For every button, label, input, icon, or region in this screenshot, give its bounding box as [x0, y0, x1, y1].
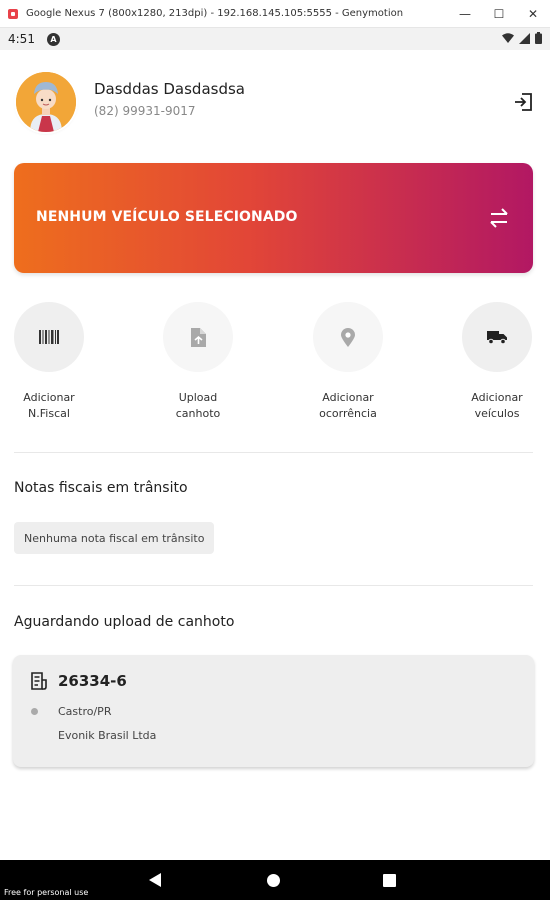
action-circle[interactable]: [313, 302, 383, 372]
avatar-illustration-icon: [16, 72, 76, 132]
divider: [14, 452, 533, 453]
action-circle[interactable]: [163, 302, 233, 372]
recent-apps-icon[interactable]: [383, 874, 396, 887]
profile-header: Dasddas Dasdasdsa (82) 99931-9017: [16, 72, 536, 134]
close-button[interactable]: ✕: [516, 0, 550, 28]
emulator-title-bar: Google Nexus 7 (800x1280, 213dpi) - 192.…: [0, 0, 550, 28]
user-phone: (82) 99931-9017: [94, 104, 196, 118]
maximize-button[interactable]: ☐: [482, 0, 516, 28]
genymotion-icon: [8, 8, 18, 19]
signal-icon: [519, 32, 530, 44]
action-circle[interactable]: [14, 302, 84, 372]
android-nav-bar: Free for personal use: [0, 860, 550, 900]
location-pin-icon: [341, 327, 355, 347]
user-name: Dasddas Dasdasdsa: [94, 80, 245, 98]
invoice-city: Castro/PR: [58, 705, 112, 718]
logout-icon: [515, 93, 532, 111]
invoice-number: 26334-6: [58, 672, 127, 690]
truck-icon: [487, 331, 507, 344]
action-label: Upload canhoto: [175, 391, 221, 420]
window-title: Google Nexus 7 (800x1280, 213dpi) - 192.…: [26, 8, 404, 19]
invoice-company: Evonik Brasil Ltda: [58, 729, 157, 742]
vehicle-status-label: NENHUM VEÍCULO SELECIONADO: [36, 209, 298, 225]
minimize-button[interactable]: —: [448, 0, 482, 28]
divider: [14, 585, 533, 586]
notification-icon: A: [46, 32, 60, 46]
invoice-document-icon: [31, 672, 47, 690]
action-add-occurrence[interactable]: Adicionar ocorrência: [288, 302, 408, 422]
action-circle[interactable]: [462, 302, 532, 372]
file-upload-icon: [191, 327, 206, 347]
back-icon[interactable]: [149, 873, 161, 887]
avatar[interactable]: [16, 72, 76, 132]
status-bar: 4:51 A: [0, 28, 550, 50]
in-transit-empty-badge: Nenhuma nota fiscal em trânsito: [14, 522, 215, 554]
action-upload-receipt[interactable]: Upload canhoto: [138, 302, 258, 422]
swap-vehicle-button[interactable]: [487, 207, 511, 229]
battery-icon: [535, 32, 542, 44]
action-add-invoice[interactable]: Adicionar N.Fiscal: [0, 302, 109, 422]
action-label: Adicionar ocorrência: [319, 391, 377, 420]
barcode-icon: [39, 330, 59, 344]
awaiting-upload-title: Aguardando upload de canhoto: [14, 614, 235, 630]
home-icon[interactable]: [267, 874, 280, 887]
status-dot: [31, 708, 38, 715]
status-time: 4:51: [8, 32, 35, 46]
watermark-text: Free for personal use: [4, 888, 89, 897]
window-controls: — ☐ ✕: [448, 0, 550, 28]
in-transit-title: Notas fiscais em trânsito: [14, 480, 188, 496]
swap-arrows-icon: [490, 208, 508, 228]
logout-button[interactable]: [512, 90, 536, 114]
wifi-icon: [502, 32, 514, 43]
action-label: Adicionar N.Fiscal: [23, 391, 75, 420]
status-icons: [502, 32, 542, 44]
invoice-card[interactable]: 26334-6 Castro/PR Evonik Brasil Ltda: [13, 655, 534, 767]
action-add-vehicles[interactable]: Adicionar veículos: [437, 302, 550, 422]
action-label: Adicionar veículos: [471, 391, 523, 420]
vehicle-selector-banner[interactable]: NENHUM VEÍCULO SELECIONADO: [14, 163, 533, 273]
